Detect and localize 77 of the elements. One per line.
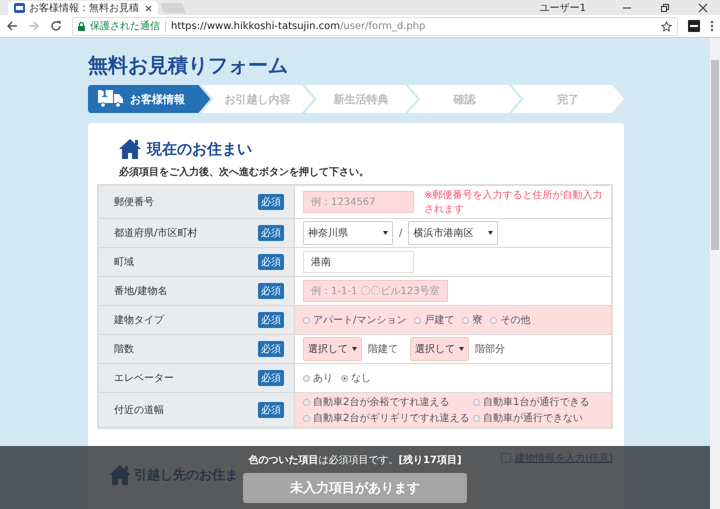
house-icon (119, 139, 141, 159)
field-label: 番地/建物名 (114, 284, 168, 298)
radio-option[interactable]: 自動車2台がギリギリですれ違える (303, 411, 473, 425)
required-badge: 必須 (258, 370, 284, 386)
dropdown[interactable]: 神奈川県 (303, 221, 393, 245)
dropdown[interactable]: 横浜市港南区 (408, 221, 498, 245)
radio-option[interactable]: なし (341, 371, 371, 385)
scrollbar[interactable] (710, 38, 720, 509)
scrollbar-thumb[interactable] (711, 60, 719, 250)
secure-label: 保護された通信 (90, 20, 160, 33)
radio-icon[interactable] (303, 398, 310, 406)
progress-step: お引越し内容 (201, 85, 314, 113)
radio-icon[interactable] (473, 398, 480, 406)
field-label: 町域 (114, 256, 134, 269)
required-badge: 必須 (258, 283, 284, 299)
restore-icon[interactable] (660, 2, 670, 12)
close-icon[interactable] (698, 2, 708, 12)
required-badge: 必須 (258, 254, 284, 270)
progress-step: 新生活特典 (304, 85, 418, 113)
caret-icon (383, 231, 388, 235)
field-label: 階数 (114, 342, 134, 356)
section-title: 現在のお住まい (147, 140, 252, 158)
field-label: 付近の道幅 (114, 404, 164, 417)
progress-step: 1 お客様情報 (88, 85, 210, 113)
dropdown[interactable]: 選択して (410, 337, 469, 361)
unit-text: 階部分 (475, 342, 505, 356)
progress-step: 確認 (408, 85, 521, 113)
page-title: 無料お見積りフォーム (88, 52, 289, 79)
instruction-text: 必須項目をご入力後、次へ進むボタンを押して下さい。 (119, 166, 370, 179)
caret-icon (352, 347, 357, 351)
radio-icon[interactable] (303, 374, 310, 382)
menu-icon[interactable] (710, 20, 714, 32)
separator-text: / (399, 228, 402, 238)
required-badge: 必須 (258, 402, 284, 418)
site-logo-icon (14, 3, 25, 13)
progress-step: 完了 (512, 85, 624, 113)
radio-option[interactable]: 自動車2台が余裕ですれ違える (303, 395, 473, 409)
field-label: 都道府県/市区町村 (114, 226, 198, 240)
input-field[interactable]: 港南 (303, 251, 414, 273)
radio-option[interactable]: 戸建て (414, 313, 454, 327)
radio-icon[interactable] (414, 316, 422, 324)
footer-message: 色のついた項目は必須項目です。[残り17項目] (248, 454, 462, 467)
field-label: 郵便番号 (114, 196, 154, 209)
radio-icon[interactable] (473, 414, 480, 422)
radio-option[interactable]: 自動車が通行できない (473, 411, 590, 425)
extension-icon[interactable] (688, 20, 700, 32)
required-badge: 必須 (258, 194, 284, 210)
required-badge: 必須 (258, 341, 284, 357)
browser-tab[interactable]: お客様情報：無料お見積 (8, 1, 158, 15)
radio-option[interactable]: 寮 (462, 313, 482, 327)
radio-icon[interactable] (341, 374, 348, 382)
radio-option[interactable]: 自動車1台が通行できる (473, 395, 590, 409)
url-text: https://www.hikkoshi-tatsujin.com/user/form_d.php (171, 20, 426, 32)
field-label: 建物タイプ (114, 314, 164, 327)
radio-icon[interactable] (303, 316, 310, 324)
radio-icon[interactable] (303, 414, 310, 422)
reload-icon[interactable] (50, 20, 62, 32)
radio-icon[interactable] (490, 316, 498, 324)
radio-icon[interactable] (462, 316, 470, 324)
required-badge: 必須 (258, 312, 284, 328)
hint-text: ※郵便番号を入力すると住所が自動入力されます (424, 188, 603, 216)
dropdown[interactable]: 選択して (303, 337, 362, 361)
caret-icon (488, 231, 494, 235)
radio-option[interactable]: あり (303, 371, 333, 385)
unit-text: 階建て (368, 342, 398, 356)
required-badge: 必須 (258, 225, 284, 241)
back-icon[interactable] (6, 20, 18, 32)
field-label: エレベーター (114, 372, 174, 385)
close-icon[interactable] (145, 4, 152, 12)
star-icon[interactable] (661, 20, 672, 32)
address-field[interactable]: 保護された通信 https://www.hikkoshi-tatsujin.com/user/form_d.php (72, 16, 678, 36)
forward-icon[interactable] (28, 20, 40, 32)
radio-option[interactable]: その他 (490, 313, 530, 327)
lock-icon (78, 22, 85, 30)
radio-option[interactable]: アパート/マンション (303, 313, 406, 327)
caret-icon (459, 347, 464, 351)
profile-name[interactable]: ユーザー1 (540, 0, 586, 14)
